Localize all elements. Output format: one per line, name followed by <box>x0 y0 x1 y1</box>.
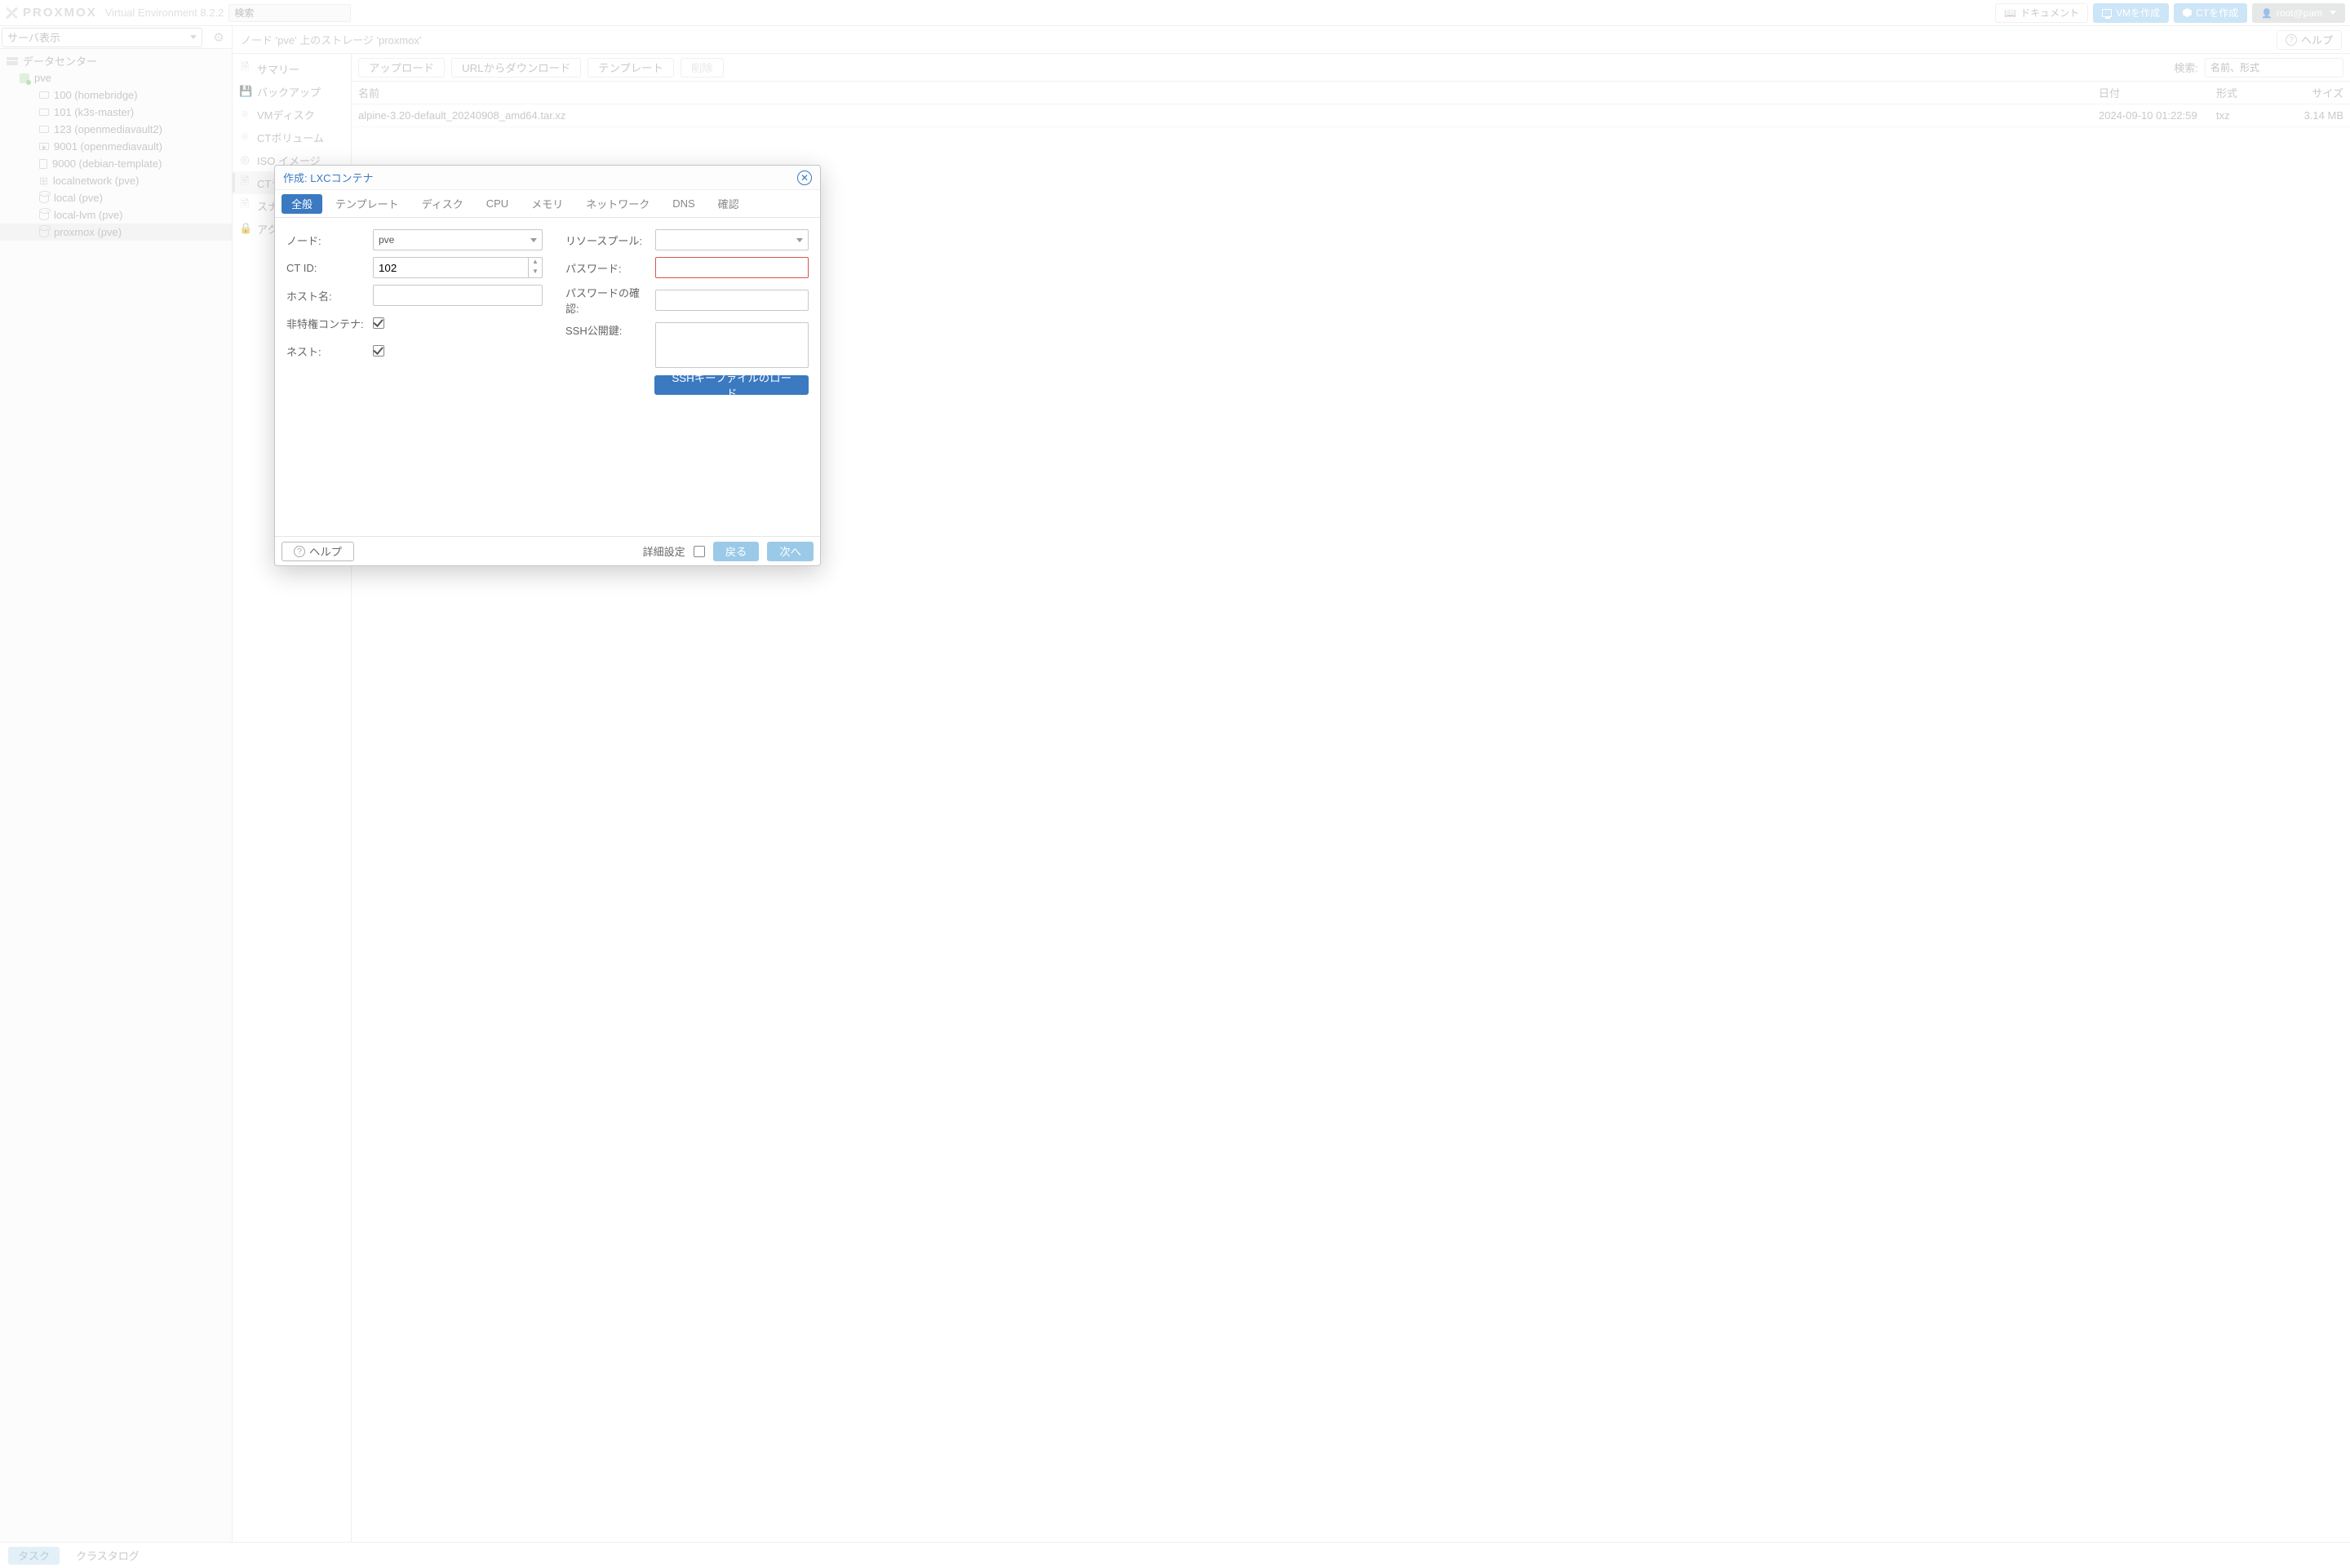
label-unpriv: 非特権コンテナ: <box>286 316 365 331</box>
tab-confirm[interactable]: 確認 <box>708 194 749 214</box>
monitor-icon <box>2102 9 2112 17</box>
book-icon <box>2004 7 2016 19</box>
advanced-checkbox[interactable] <box>694 546 705 557</box>
ctid-input[interactable]: ▲▼ <box>373 257 543 278</box>
tab-memory[interactable]: メモリ <box>521 194 573 214</box>
modal-overlay: 作成: LXCコンテナ ✕ 全般 テンプレート ディスク CPU メモリ ネット… <box>0 26 2350 1568</box>
password-input[interactable] <box>655 257 809 278</box>
nest-checkbox[interactable] <box>373 345 384 357</box>
label-hostname: ホスト名: <box>286 288 365 303</box>
step-up-icon[interactable]: ▲ <box>529 258 542 268</box>
chevron-down-icon <box>530 238 537 242</box>
tab-general[interactable]: 全般 <box>282 194 322 214</box>
modal-help-button[interactable]: ? ヘルプ <box>282 542 354 561</box>
label-ctid: CT ID: <box>286 262 365 274</box>
back-button[interactable]: 戻る <box>713 542 760 561</box>
modal-tabs: 全般 テンプレート ディスク CPU メモリ ネットワーク DNS 確認 <box>275 190 820 218</box>
label-ssh: SSH公開鍵: <box>565 322 647 338</box>
top-bar: PROXMOX Virtual Environment 8.2.2 ドキュメント… <box>0 0 2350 26</box>
product-version: Virtual Environment 8.2.2 <box>105 7 224 19</box>
ssh-key-textarea[interactable] <box>655 322 809 368</box>
password-confirm-input[interactable] <box>655 290 809 311</box>
next-button[interactable]: 次へ <box>767 542 814 561</box>
create-ct-button[interactable]: CTを作成 <box>2174 3 2247 23</box>
label-node: ノード: <box>286 233 365 248</box>
logo-x-icon <box>5 7 18 20</box>
label-advanced: 詳細設定 <box>643 543 685 559</box>
ssh-load-button[interactable]: SSHキーファイルのロード <box>654 375 809 395</box>
close-button[interactable]: ✕ <box>797 171 812 185</box>
label-nest: ネスト: <box>286 343 365 359</box>
user-icon <box>2261 7 2272 19</box>
chevron-down-icon <box>2330 11 2336 15</box>
tab-template[interactable]: テンプレート <box>326 194 409 214</box>
global-search-input[interactable] <box>228 4 351 22</box>
chevron-down-icon <box>796 238 803 242</box>
label-pool: リソースプール: <box>565 233 647 248</box>
step-down-icon[interactable]: ▼ <box>529 268 542 277</box>
tab-disk[interactable]: ディスク <box>412 194 473 214</box>
tab-network[interactable]: ネットワーク <box>576 194 659 214</box>
logo: PROXMOX Virtual Environment 8.2.2 <box>5 6 224 20</box>
node-select[interactable]: pve <box>373 229 543 250</box>
help-icon: ? <box>294 546 305 557</box>
cube-icon <box>2183 8 2192 17</box>
tab-cpu[interactable]: CPU <box>477 194 518 214</box>
user-menu-button[interactable]: root@pam <box>2252 3 2345 23</box>
create-vm-button[interactable]: VMを作成 <box>2093 3 2169 23</box>
docs-button[interactable]: ドキュメント <box>1995 3 2088 23</box>
create-lxc-modal: 作成: LXCコンテナ ✕ 全般 テンプレート ディスク CPU メモリ ネット… <box>274 165 821 566</box>
label-password2: パスワードの確認: <box>565 285 647 316</box>
brand-text: PROXMOX <box>23 6 97 20</box>
unpriv-checkbox[interactable] <box>373 317 384 329</box>
tab-dns[interactable]: DNS <box>663 194 704 214</box>
hostname-input[interactable] <box>373 285 543 306</box>
modal-title: 作成: LXCコンテナ <box>283 170 374 185</box>
label-password: パスワード: <box>565 260 647 276</box>
pool-select[interactable] <box>655 229 809 250</box>
